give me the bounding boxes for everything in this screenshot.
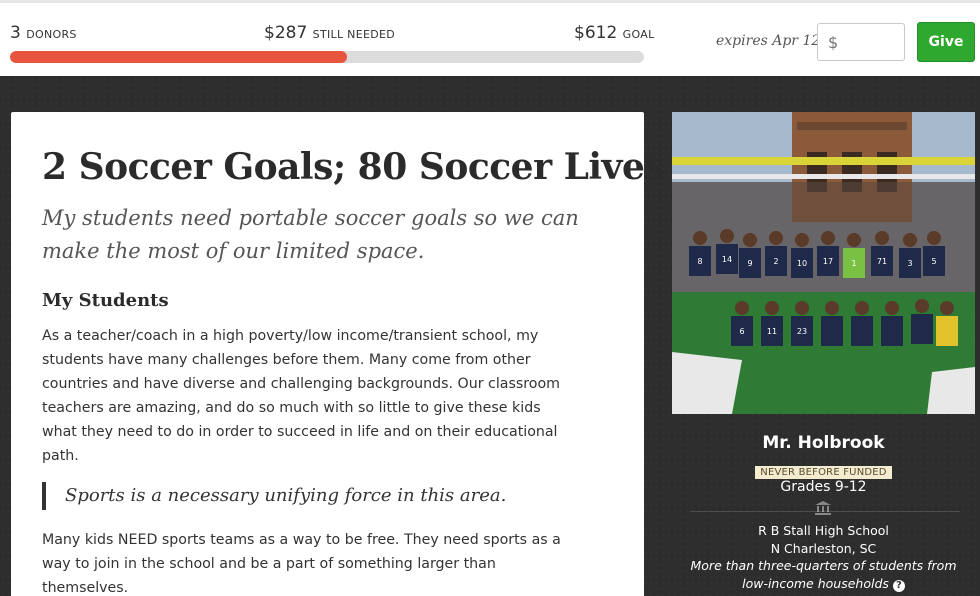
funding-progress-bar — [10, 51, 644, 63]
section-heading-my-students: My Students — [42, 290, 169, 311]
player-head — [915, 299, 929, 313]
sidebar-divider — [690, 511, 960, 512]
needs-paragraph: Many kids NEED sports teams as a way to … — [42, 532, 561, 596]
player-jersey — [936, 316, 958, 346]
still-needed-amount: $287 — [264, 23, 308, 43]
player-head — [765, 301, 779, 315]
player-head — [743, 233, 757, 247]
still-needed-label: STILL NEEDED — [312, 28, 395, 41]
funding-badge-container: NEVER BEFORE FUNDED — [672, 460, 975, 479]
still-needed-stat: $287 STILL NEEDED — [264, 23, 395, 43]
jersey-number: 17 — [823, 257, 833, 266]
jersey-number: 2 — [773, 257, 778, 266]
poverty-level-info: More than three-quarters of students fro… — [672, 557, 975, 593]
player-head — [795, 301, 809, 315]
school-name[interactable]: R B Stall High School — [672, 522, 975, 540]
project-title: 2 Soccer Goals; 80 Soccer Lives — [42, 146, 665, 188]
jersey-number: 5 — [931, 257, 936, 266]
donors-count: 3 — [10, 23, 21, 43]
goal-stat: $612 GOAL — [574, 23, 655, 43]
player-head — [693, 231, 707, 245]
player-jersey — [911, 314, 933, 344]
goal-label: GOAL — [622, 28, 655, 41]
player-head — [821, 231, 835, 245]
jersey-number: 8 — [697, 257, 702, 266]
jersey-number: 6 — [739, 327, 744, 336]
give-button[interactable]: Give — [917, 22, 975, 62]
player-jersey — [821, 316, 843, 346]
project-subtitle: My students need portable soccer goals s… — [42, 206, 579, 263]
teacher-name[interactable]: Mr. Holbrook — [672, 433, 975, 453]
player-head — [855, 301, 869, 315]
jersey-number: 11 — [767, 327, 777, 336]
jersey-number: 9 — [747, 259, 752, 268]
poverty-line-1: More than three-quarters of students fro… — [690, 558, 957, 573]
jersey-number: 3 — [907, 259, 912, 268]
school-building-icon — [815, 501, 831, 515]
donation-amount-input[interactable] — [817, 23, 905, 61]
funding-bar: 3 DONORS $287 STILL NEEDED $612 GOAL exp… — [0, 0, 980, 76]
jersey-number: 14 — [722, 255, 732, 264]
player-head — [940, 301, 954, 315]
player-jersey — [881, 316, 903, 346]
funding-progress-fill — [10, 51, 347, 63]
project-card: 2 Soccer Goals; 80 Soccer Lives My stude… — [11, 112, 665, 596]
students-paragraph: As a teacher/coach in a high poverty/low… — [42, 328, 560, 464]
jersey-number: 23 — [797, 327, 807, 336]
player-head — [795, 233, 809, 247]
school-info: R B Stall High School N Charleston, SC — [672, 522, 975, 558]
player-head — [875, 231, 889, 245]
player-jersey — [851, 316, 873, 346]
pull-quote: Sports is a necessary unifying force in … — [42, 482, 506, 510]
jersey-number: 10 — [797, 259, 807, 268]
player-head — [927, 231, 941, 245]
team-photo-image: 8 14 9 2 10 17 1 71 3 5 6 11 23 — [672, 112, 975, 414]
help-icon[interactable]: ? — [892, 580, 905, 592]
donors-stat: 3 DONORS — [10, 23, 77, 43]
player-head — [847, 233, 861, 247]
expiration-text: expires Apr 12 — [716, 33, 821, 49]
player-head — [720, 229, 734, 243]
donors-label: DONORS — [26, 28, 77, 41]
player-head — [735, 301, 749, 315]
player-head — [885, 301, 899, 315]
grade-level: Grades 9-12 — [780, 479, 867, 495]
jersey-number: 1 — [851, 259, 856, 268]
goal-amount: $612 — [574, 23, 618, 43]
player-head — [825, 301, 839, 315]
never-funded-badge: NEVER BEFORE FUNDED — [755, 466, 892, 479]
player-head — [903, 233, 917, 247]
jersey-number: 71 — [877, 257, 887, 266]
player-head — [769, 231, 783, 245]
poverty-line-2-text: low-income households — [742, 576, 889, 591]
classroom-photo: 8 14 9 2 10 17 1 71 3 5 6 11 23 — [672, 112, 975, 414]
school-location: N Charleston, SC — [770, 541, 877, 556]
poverty-line-2: low-income households ? — [672, 575, 975, 593]
